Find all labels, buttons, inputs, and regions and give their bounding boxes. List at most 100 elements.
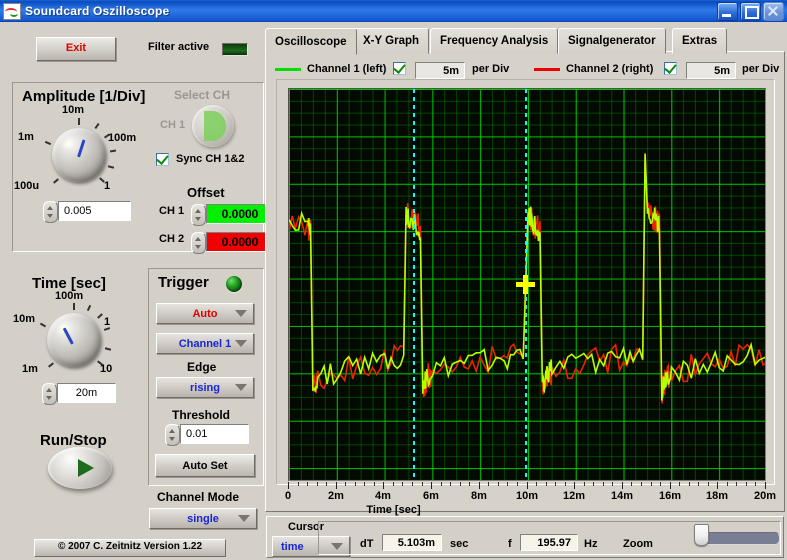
offset-ch2-group[interactable]: 0.0000	[191, 232, 274, 254]
x-minor-tick	[660, 482, 661, 486]
x-major-tick	[383, 482, 384, 489]
x-major-tick	[431, 482, 432, 489]
window-title: Soundcard Oszilloscope	[25, 4, 170, 18]
x-major-tick	[717, 482, 718, 489]
sync-ch-checkbox[interactable]	[156, 152, 169, 166]
auto-set-button[interactable]: Auto Set	[155, 454, 255, 477]
channel2-enable-checkbox[interactable]	[664, 61, 677, 75]
channel2-perdiv-input[interactable]: 5m	[686, 62, 736, 79]
amplitude-knob-label-100u: 100u	[14, 180, 40, 192]
x-tick-label: 18m	[705, 490, 729, 502]
channel1-perdiv-input[interactable]: 5m	[415, 62, 465, 79]
x-minor-tick	[450, 482, 451, 486]
filter-active-led[interactable]	[222, 43, 248, 56]
cursor-crosshair[interactable]	[516, 275, 535, 294]
check-icon	[156, 152, 169, 165]
x-minor-tick	[555, 482, 556, 486]
offset-ch2-stepper[interactable]	[191, 232, 206, 254]
x-minor-tick	[631, 482, 632, 486]
cursor-line-1[interactable]	[413, 89, 415, 480]
x-major-tick	[288, 482, 289, 489]
zoom-slider-thumb[interactable]	[694, 524, 709, 546]
offset-ch1-stepper[interactable]	[191, 204, 206, 226]
x-minor-tick	[689, 482, 690, 486]
amplitude-value-group[interactable]: 0.005	[43, 201, 131, 223]
threshold-input[interactable]: 0.01	[180, 424, 249, 444]
x-axis-title: Time [sec]	[366, 504, 421, 516]
tab-signalgenerator[interactable]: Signalgenerator	[558, 28, 666, 54]
threshold-group[interactable]: 0.01	[165, 424, 249, 446]
x-tick-label: 0	[284, 490, 292, 502]
close-button[interactable]	[763, 1, 784, 21]
x-minor-tick	[469, 482, 470, 486]
maximize-icon	[745, 5, 759, 19]
dt-value[interactable]: 5.103m	[382, 534, 442, 551]
tab-oscilloscope[interactable]: Oscilloscope	[265, 28, 357, 55]
x-tick-label: 2m	[328, 490, 344, 502]
threshold-label: Threshold	[172, 408, 231, 422]
time-knob-label-10: 10	[100, 363, 113, 375]
x-minor-tick	[412, 482, 413, 486]
amplitude-panel	[12, 82, 264, 252]
trigger-source-dropdown[interactable]: Channel 1	[156, 333, 254, 354]
x-minor-tick	[517, 482, 518, 486]
exit-button[interactable]: Exit	[36, 37, 116, 61]
zoom-slider-track[interactable]	[698, 532, 780, 545]
x-minor-tick	[603, 482, 604, 486]
chevron-down-icon	[235, 340, 247, 347]
time-knob[interactable]	[47, 313, 101, 367]
x-minor-tick	[364, 482, 365, 486]
tab-xy-graph[interactable]: X-Y Graph	[353, 28, 430, 54]
x-minor-tick	[746, 482, 747, 486]
threshold-stepper[interactable]	[165, 424, 180, 446]
x-minor-tick	[488, 482, 489, 486]
amplitude-value-input[interactable]: 0.005	[58, 201, 131, 221]
offset-ch1-input[interactable]: 0.0000	[206, 204, 274, 224]
time-value-input[interactable]: 20m	[57, 383, 116, 403]
offset-ch1-group[interactable]: 0.0000	[191, 204, 274, 226]
channel1-enable-checkbox[interactable]	[393, 61, 406, 75]
amplitude-knob[interactable]	[52, 128, 106, 182]
amplitude-stepper[interactable]	[43, 201, 58, 223]
play-icon	[78, 459, 94, 477]
x-minor-tick	[441, 482, 442, 486]
run-stop-button[interactable]	[48, 447, 112, 489]
x-minor-tick	[708, 482, 709, 486]
tab-frequency-analysis[interactable]: Frequency Analysis	[430, 28, 559, 54]
channel2-perdiv-label: per Div	[742, 63, 780, 75]
trigger-mode-dropdown[interactable]: Auto	[156, 303, 254, 324]
amplitude-tick-0	[78, 118, 80, 125]
select-ch-button[interactable]	[192, 105, 234, 147]
offset-ch2-input[interactable]: 0.0000	[206, 232, 274, 252]
x-minor-tick	[507, 482, 508, 486]
window-controls	[717, 1, 787, 21]
offset-ch2-label: CH 2	[159, 233, 185, 245]
x-minor-tick	[355, 482, 356, 486]
oscilloscope-plot[interactable]	[288, 88, 766, 481]
time-knob-label-1m: 1m	[22, 363, 38, 375]
f-unit: Hz	[584, 538, 598, 550]
x-minor-tick	[498, 482, 499, 486]
tab-extras[interactable]: Extras	[672, 28, 728, 54]
f-value[interactable]: 195.97	[520, 534, 578, 551]
sync-ch-label: Sync CH 1&2	[176, 153, 245, 165]
amplitude-knob-label-1: 1	[104, 180, 111, 192]
x-tick-label: 4m	[375, 490, 391, 502]
time-tick-4	[104, 347, 112, 351]
knob-highlight	[61, 138, 74, 149]
filter-active-label: Filter active	[148, 41, 210, 53]
x-major-tick	[765, 482, 766, 489]
title-bar: Soundcard Oszilloscope	[0, 0, 787, 22]
time-knob-label-1: 1	[104, 316, 111, 328]
amplitude-knob-label-10m: 10m	[62, 104, 85, 116]
check-icon	[664, 61, 677, 74]
dt-unit: sec	[450, 538, 469, 550]
minimize-button[interactable]	[717, 1, 738, 21]
maximize-button[interactable]	[740, 1, 761, 21]
trigger-title: Trigger	[158, 274, 209, 291]
trigger-edge-dropdown[interactable]: rising	[156, 377, 254, 398]
x-major-tick	[574, 482, 575, 489]
time-value-group[interactable]: 20m	[42, 383, 116, 405]
time-stepper[interactable]	[42, 383, 57, 405]
x-major-tick	[479, 482, 480, 489]
